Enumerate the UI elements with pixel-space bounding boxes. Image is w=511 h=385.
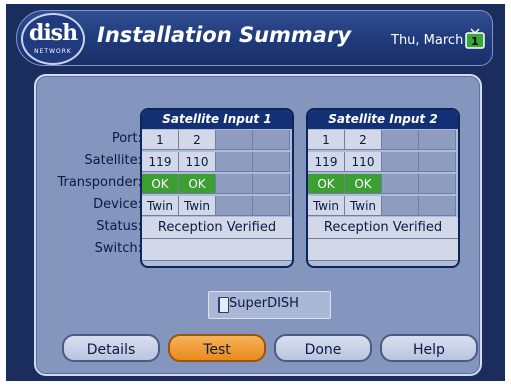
status-cell: Reception Verified [142,217,292,239]
device-cell: Twin [308,196,345,216]
transponder-row: OK OK [142,173,292,195]
tv-icon: 1 [465,28,485,49]
transponder-cell [216,174,253,194]
transponder-cell: OK [179,174,216,194]
satellite-cell: 110 [345,152,382,172]
device-cell [253,196,290,216]
satellite-cell: 119 [142,152,179,172]
dish-type-label: SuperDISH [229,296,299,311]
satellite-cell [216,152,253,172]
transponder-cell: OK [308,174,345,194]
port-cell: 1 [308,130,345,150]
satellite-cell [382,152,419,172]
test-button[interactable]: Test [168,334,266,362]
port-row: 1 2 [142,129,292,151]
details-button[interactable]: Details [62,334,160,362]
logo-text: dish [28,20,78,46]
transponder-row: OK OK [308,173,458,195]
transponder-cell: OK [142,174,179,194]
transponder-cell [419,174,456,194]
label-satellite: Satellite: [84,153,142,168]
header-bar: dish NETWORK Installation Summary Thu, M… [16,10,493,66]
port-cell: 2 [345,130,382,150]
satellite-row: 119 110 [142,151,292,173]
summary-panel: Port: Satellite: Transponder: Device: St… [34,74,482,376]
device-row: Twin Twin [142,195,292,217]
tv-channel-number: 1 [471,35,479,48]
satellite-cell [419,152,456,172]
satellite-input-2-grid: Satellite Input 2 1 2 119 110 OK OK Twin [306,108,460,268]
port-cell: 1 [142,130,179,150]
device-cell: Twin [142,196,179,216]
switch-cell [142,239,292,261]
device-cell: Twin [179,196,216,216]
row-labels: Port: Satellite: Transponder: Device: St… [36,76,142,374]
port-cell: 2 [179,130,216,150]
label-device: Device: [93,197,142,212]
satellite-input-1-grid: Satellite Input 1 1 2 119 110 OK OK Twin [140,108,294,268]
satellite-cell: 110 [179,152,216,172]
dish-network-logo: dish NETWORK [21,13,85,65]
satellite-cell [253,152,290,172]
label-status: Status: [96,219,142,234]
help-button[interactable]: Help [380,334,478,362]
satellite-cell: 119 [308,152,345,172]
label-port: Port: [111,131,142,146]
device-cell [382,196,419,216]
port-cell [253,130,290,150]
port-cell [419,130,456,150]
label-switch: Switch: [94,241,142,256]
switch-cell [308,239,458,261]
screen: dish NETWORK Installation Summary Thu, M… [6,4,505,381]
transponder-cell: OK [345,174,382,194]
device-cell: Twin [345,196,382,216]
done-button[interactable]: Done [274,334,372,362]
dish-type-box: SuperDISH [208,291,331,319]
dish-lnb-icon [218,297,229,313]
transponder-cell [253,174,290,194]
device-cell [216,196,253,216]
logo-subtext: NETWORK [34,48,72,55]
device-row: Twin Twin [308,195,458,217]
status-cell: Reception Verified [308,217,458,239]
satellite-input-1-title: Satellite Input 1 [142,110,292,129]
page-title: Installation Summary [97,23,352,47]
label-transponder: Transponder: [57,175,142,190]
port-cell [382,130,419,150]
transponder-cell [382,174,419,194]
satellite-input-2-title: Satellite Input 2 [308,110,458,129]
device-cell [419,196,456,216]
satellite-row: 119 110 [308,151,458,173]
port-row: 1 2 [308,129,458,151]
port-cell [216,130,253,150]
